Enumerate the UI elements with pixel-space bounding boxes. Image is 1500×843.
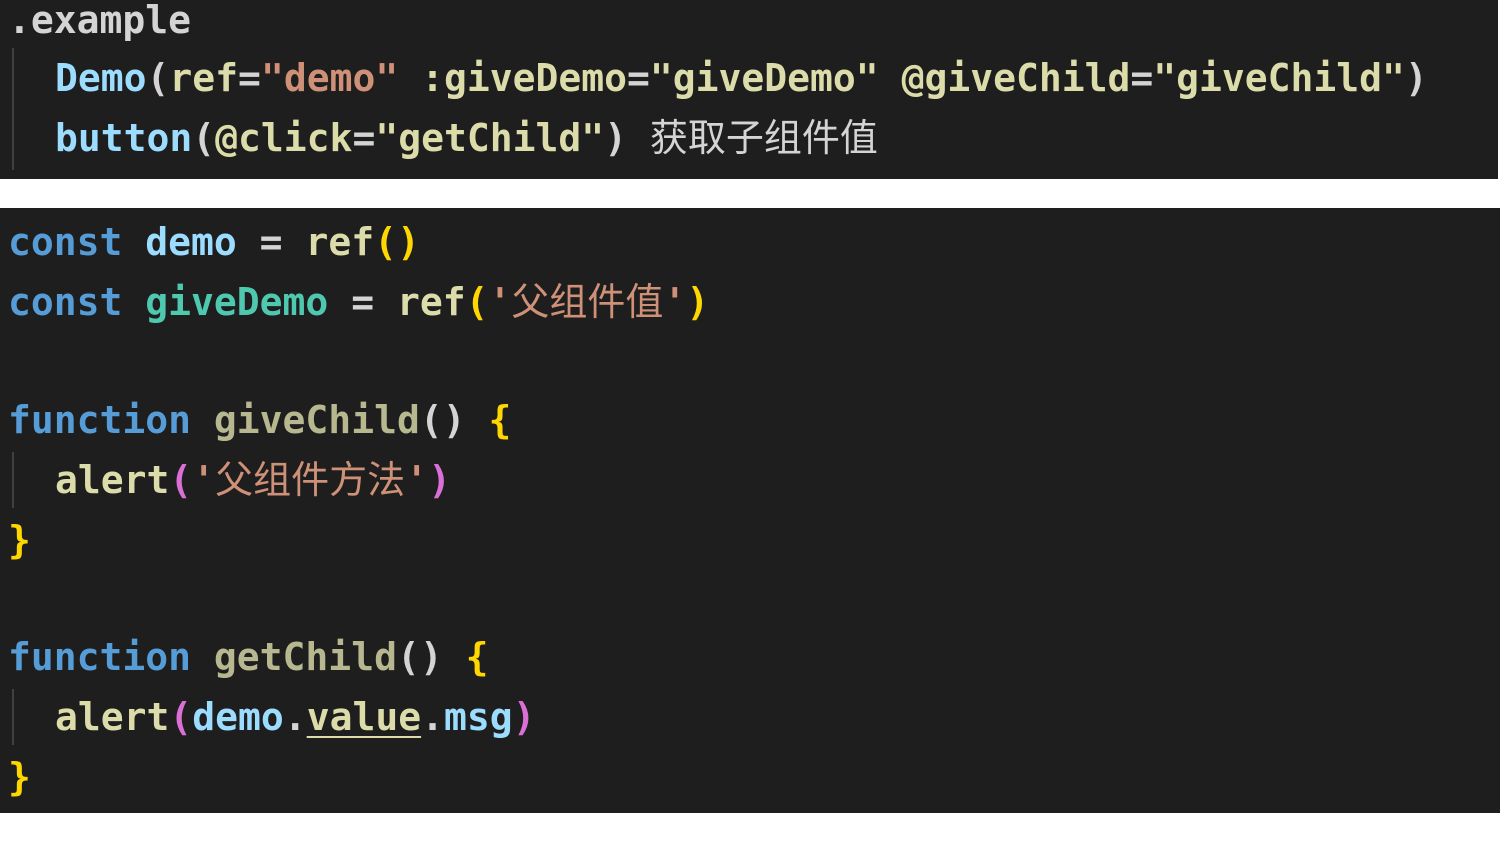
indent-guide	[12, 48, 14, 170]
code-line-const-demo: const demo = ref()	[8, 218, 420, 266]
code-panel-script: const demo = ref() const giveDemo = ref(…	[0, 208, 1500, 813]
code-token: "giveDemo"	[649, 56, 879, 100]
code-token: giveChild	[213, 398, 420, 442]
code-token: )	[512, 695, 536, 739]
code-token: }	[8, 755, 31, 799]
code-token: 父组件值	[511, 280, 664, 324]
code-token: '	[663, 280, 687, 324]
code-line-function-getchild: function getChild() {	[8, 633, 488, 681]
code-token: (	[169, 695, 193, 739]
indent-guide	[12, 452, 14, 508]
code-token: =	[1130, 56, 1154, 100]
code-token: '	[488, 280, 512, 324]
code-token: )	[686, 280, 710, 324]
code-token: (	[146, 56, 170, 100]
code-token: value	[306, 695, 422, 739]
code-token: .	[283, 695, 307, 739]
code-token: getChild	[213, 635, 397, 679]
code-line-alert-demo-value: alert(demo.value.msg)	[55, 693, 536, 741]
code-token: {	[488, 398, 512, 442]
code-line-close-brace: }	[8, 753, 31, 801]
code-token: "giveChild"	[1153, 56, 1405, 100]
code-token: =	[236, 220, 306, 264]
code-line-alert-method: alert('父组件方法')	[55, 456, 451, 504]
code-token: =	[352, 116, 376, 160]
code-token: const	[8, 220, 123, 264]
code-token: 父组件方法	[215, 458, 406, 502]
code-token: msg	[443, 695, 513, 739]
code-token: ref	[396, 280, 466, 324]
code-token: function	[8, 398, 192, 442]
code-token: =	[328, 280, 397, 324]
code-token: )	[428, 458, 451, 502]
code-token: .	[421, 695, 444, 739]
code-token: ref	[169, 56, 239, 100]
code-token: '	[405, 458, 429, 502]
code-token: (	[192, 116, 216, 160]
indent-guide	[12, 689, 14, 745]
code-line-const-givedemo: const giveDemo = ref('父组件值')	[8, 278, 709, 326]
code-token: (	[169, 458, 193, 502]
code-token: const	[8, 280, 123, 324]
code-token: button	[55, 116, 193, 160]
code-token: =	[238, 56, 261, 100]
code-line-button: button(@click="getChild") 获取子组件值	[55, 114, 878, 162]
code-token: =	[627, 56, 650, 100]
code-line-close-brace: }	[8, 516, 31, 564]
code-token: :giveDemo	[421, 56, 628, 100]
code-token: ()	[396, 635, 466, 679]
code-token: (	[465, 280, 489, 324]
code-token: "demo"	[260, 56, 399, 100]
code-token: )	[604, 116, 650, 160]
code-token: ref	[305, 220, 375, 264]
code-token: Demo	[55, 56, 147, 100]
code-token: alert	[55, 695, 170, 739]
code-token: ()	[374, 220, 420, 264]
code-token: "getChild"	[375, 116, 605, 160]
code-token: @giveChild	[901, 56, 1131, 100]
code-token: demo	[145, 220, 237, 264]
code-token: {	[465, 635, 489, 679]
code-token: @click	[215, 116, 353, 160]
code-token: demo	[192, 695, 284, 739]
code-token: '	[192, 458, 216, 502]
code-line-demo-component: Demo(ref="demo" :giveDemo="giveDemo" @gi…	[55, 54, 1428, 102]
code-line-example-class: .example	[8, 0, 192, 42]
code-panel-template: .example Demo(ref="demo" :giveDemo="give…	[0, 0, 1498, 179]
code-token: 获取子组件值	[649, 116, 878, 160]
code-token: )	[1404, 56, 1428, 100]
code-token: giveDemo	[145, 280, 329, 324]
code-token: ()	[419, 398, 489, 442]
code-token: }	[8, 518, 31, 562]
code-token: function	[8, 635, 192, 679]
code-token: alert	[55, 458, 170, 502]
code-line-function-givechild: function giveChild() {	[8, 396, 511, 444]
